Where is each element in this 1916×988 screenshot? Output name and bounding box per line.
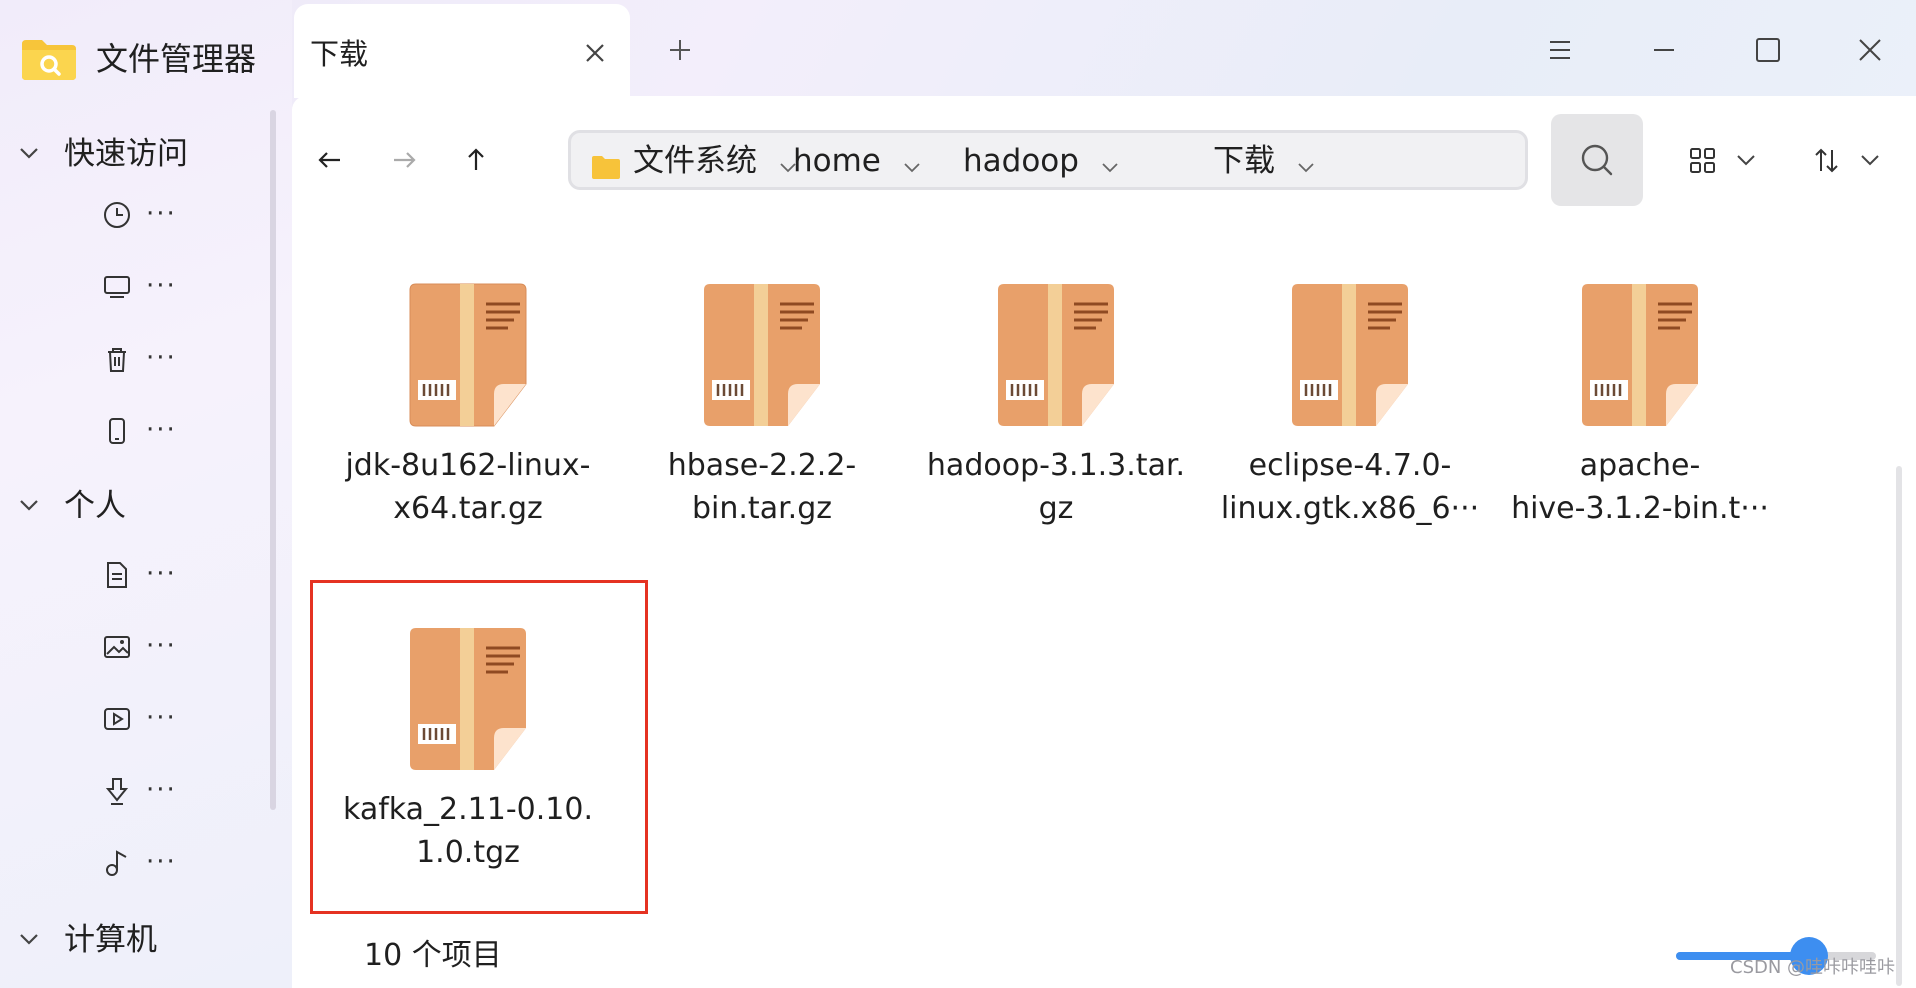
sidebar-section-computer[interactable]: 计算机 [0,910,292,970]
sort-icon [1815,148,1838,173]
sidebar-scrollbar[interactable] [270,110,276,810]
watermark: CSDN @哇咔咔哇咔 [1730,957,1896,978]
sidebar-item-recent[interactable]: ··· [94,188,254,242]
sidebar-section-label: 计算机 [64,922,157,958]
chevron-down-icon [1102,162,1118,172]
maximize-icon[interactable] [1748,30,1788,70]
archive-package-icon [1292,284,1408,426]
sidebar-section-quick-access[interactable]: 快速访问 [0,124,292,184]
file-name: apache-hive-3.1.2-bin.t··· [1511,448,1769,526]
desktop-icon [104,276,130,298]
sidebar-section-personal[interactable]: 个人 [0,476,292,536]
breadcrumb-label: home [793,143,881,179]
sidebar: 文件管理器 快速访问 ··· ··· ··· ··· 个人 ··· ··· ··… [0,0,292,988]
view-mode-button[interactable] [1688,142,1760,178]
minimize-icon[interactable] [1644,30,1684,70]
file-name: jdk-8u162-linux-x64.tar.gz [345,448,591,526]
plus-icon[interactable] [664,34,696,66]
sidebar-section-label: 个人 [64,488,126,524]
archive-package-icon [704,284,820,426]
file-item-hbase[interactable]: hbase-2.2.2- bin.tar.gz [622,280,902,530]
sort-button[interactable] [1812,142,1886,178]
breadcrumb[interactable]: 文件系统 home hadoop 下载 [568,130,1528,190]
file-name: hbase-2.2.2- bin.tar.gz [667,448,857,526]
breadcrumb-label: 下载 [1213,143,1275,179]
phone-icon [109,418,125,444]
archive-package-icon [410,628,526,770]
archive-package-icon [998,284,1114,426]
menu-icon[interactable] [1540,30,1580,70]
sidebar-item-label: ··· [146,559,177,589]
breadcrumb-item-home[interactable]: home [793,141,921,181]
clock-icon [104,202,130,228]
sidebar-item-pictures[interactable]: ··· [94,620,254,674]
music-icon [106,850,127,876]
sidebar-item-documents[interactable]: ··· [94,548,254,602]
sidebar-item-music[interactable]: ··· [94,836,254,890]
file-name: hadoop-3.1.3.tar. gz [926,448,1186,526]
up-arrow-icon[interactable] [458,142,494,178]
file-name: eclipse-4.7.0- linux.gtk.x86_6··· [1220,448,1480,526]
sidebar-item-label: ··· [146,343,177,373]
sidebar-item-label: ··· [146,775,177,805]
sidebar-item-label: ··· [146,631,177,661]
file-name: kafka_2.11-0.10. 1.0.tgz [343,792,593,870]
breadcrumb-label: hadoop [963,143,1079,179]
sidebar-item-label: ··· [146,703,177,733]
item-count: 10 个项目 [364,938,502,973]
sidebar-section-label: 快速访问 [64,136,188,172]
sidebar-item-downloads[interactable]: ··· [94,764,254,818]
sidebar-item-label: ··· [146,199,177,229]
archive-package-icon [1582,284,1698,426]
download-icon [105,778,129,805]
file-item-jdk[interactable]: jdk-8u162-linux-x64.tar.gz [328,280,608,530]
picture-icon [104,636,130,658]
file-item-hive[interactable]: apache-hive-3.1.2-bin.t··· [1500,280,1780,530]
chevron-down-icon [1298,162,1314,172]
forward-arrow-icon[interactable] [386,142,422,178]
chevron-down-icon [20,148,38,159]
sidebar-item-videos[interactable]: ··· [94,692,254,746]
chevron-down-icon [20,934,38,945]
window-close-icon[interactable] [1850,30,1890,70]
app-title: 文件管理器 [96,40,257,78]
file-item-hadoop[interactable]: hadoop-3.1.3.tar. gz [916,280,1196,530]
tab-downloads[interactable]: 下载 [294,4,630,98]
sidebar-item-label: ··· [146,847,177,877]
breadcrumb-item-filesystem[interactable]: 文件系统 [591,141,797,181]
back-arrow-icon[interactable] [312,142,348,178]
breadcrumb-item-hadoop[interactable]: hadoop [963,141,1119,181]
folder-icon [592,155,620,179]
search-button[interactable] [1551,114,1643,206]
chevron-down-icon [1861,155,1879,166]
file-view-scrollbar[interactable] [1896,466,1902,986]
chevron-down-icon [904,162,920,172]
search-icon [1581,144,1613,176]
document-icon [107,562,127,588]
tab-label: 下载 [310,37,369,71]
file-item-eclipse[interactable]: eclipse-4.7.0- linux.gtk.x86_6··· [1210,280,1490,530]
chevron-down-icon [1737,155,1755,166]
archive-package-icon [409,283,527,427]
sidebar-item-desktop[interactable]: ··· [94,260,254,314]
sidebar-item-label: ··· [146,415,177,445]
breadcrumb-label: 文件系统 [633,143,757,179]
close-icon[interactable] [580,38,610,68]
video-icon [104,708,130,730]
folder-search-icon [22,40,76,80]
sidebar-item-phone[interactable]: ··· [94,404,254,458]
chevron-down-icon [20,500,38,511]
grid-view-icon [1690,148,1715,173]
file-item-kafka[interactable]: kafka_2.11-0.10. 1.0.tgz [328,624,608,874]
sidebar-item-label: ··· [146,271,177,301]
sidebar-item-trash[interactable]: ··· [94,332,254,386]
breadcrumb-item-downloads[interactable]: 下载 [1213,141,1315,181]
trash-icon [108,348,126,372]
